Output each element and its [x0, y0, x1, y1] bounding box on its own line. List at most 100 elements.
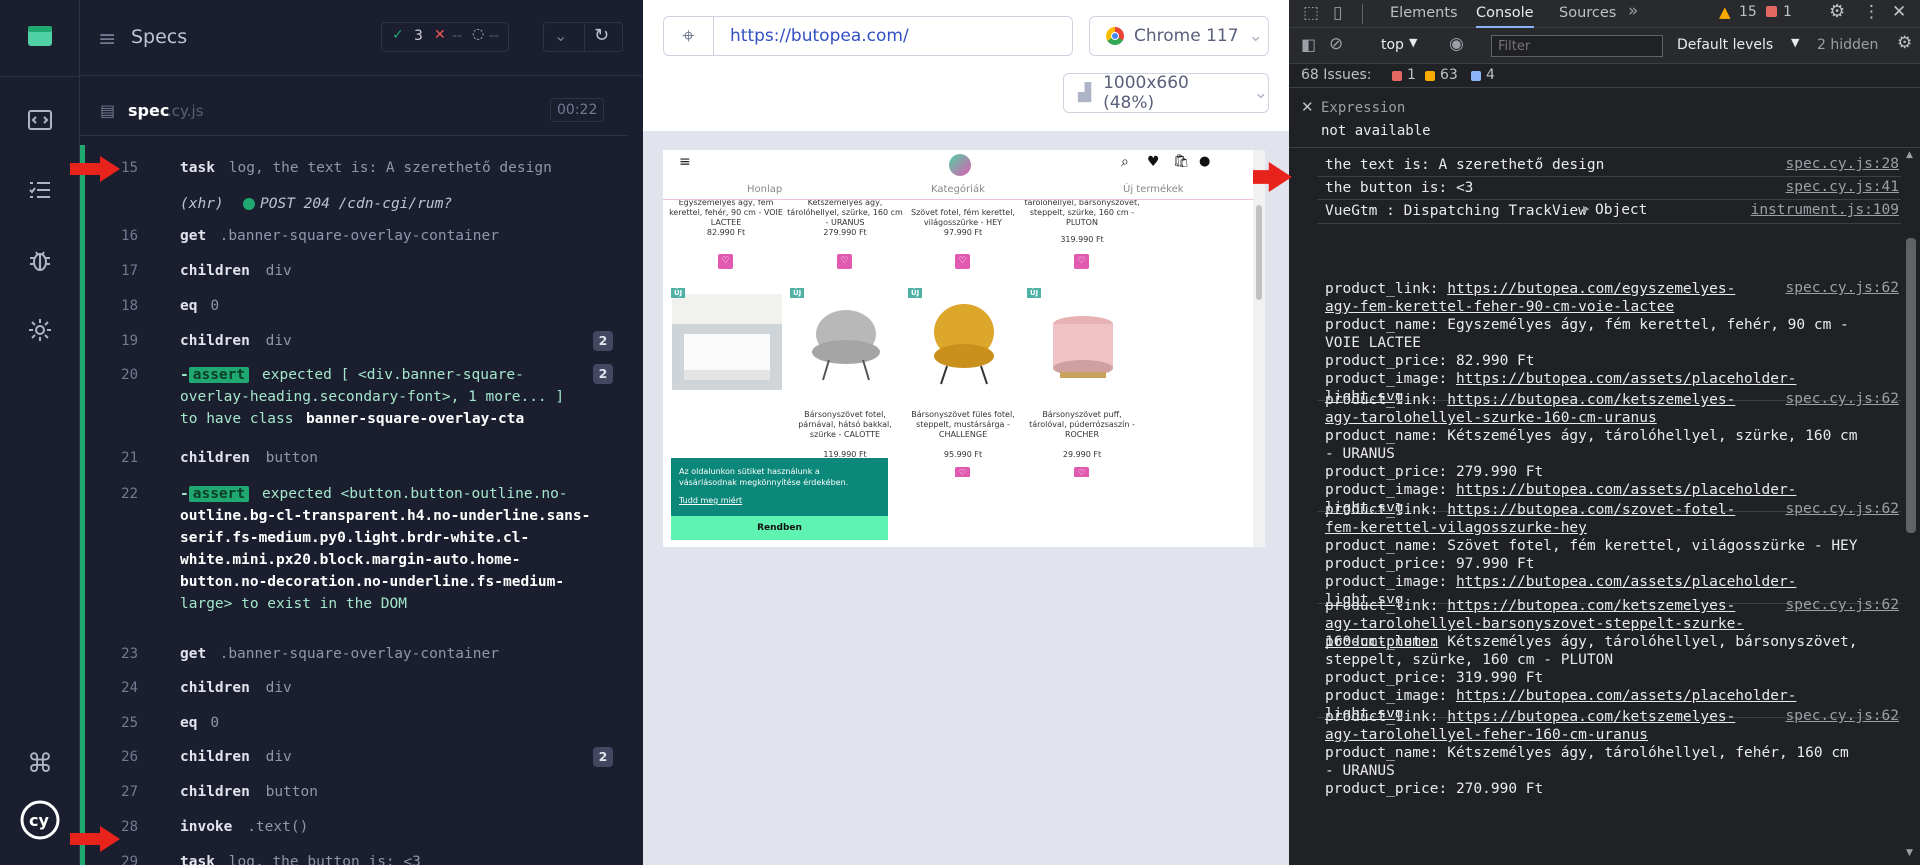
hamburger-menu-icon[interactable]: ≡: [679, 154, 691, 170]
log-source-link[interactable]: spec.cy.js:62: [1786, 391, 1900, 407]
chevron-down-icon: ⌄: [1253, 83, 1268, 103]
log-source-link[interactable]: spec.cy.js:62: [1786, 597, 1900, 613]
cypress-logo-icon[interactable]: [18, 14, 62, 58]
tab-elements[interactable]: Elements: [1390, 0, 1458, 28]
settings-gear-icon[interactable]: [18, 308, 62, 352]
viewport-select[interactable]: ▟ 1000x660 (48%) ⌄: [1063, 73, 1269, 113]
devtools-panel: ⬚ ▯ Elements Console Sources » ▲ 15 1 ⚙ …: [1289, 0, 1920, 865]
url-bar[interactable]: ⌖ https://butopea.com/: [663, 16, 1073, 56]
account-icon[interactable]: ●: [1199, 154, 1210, 169]
inspect-element-icon[interactable]: ⬚: [1303, 3, 1319, 23]
search-icon[interactable]: ⌕: [1121, 154, 1129, 170]
log-separator: [1317, 176, 1901, 177]
command-name: children: [180, 784, 250, 800]
cart-icon[interactable]: 🛍: [1173, 154, 1190, 169]
product-image[interactable]: [791, 294, 901, 390]
console-log-entry[interactable]: VueGtm : Dispatching TrackView ▶ Object in…: [1289, 202, 1901, 224]
runs-icon[interactable]: [18, 98, 62, 142]
product-price: 97.990 Ft: [943, 228, 983, 237]
keyboard-shortcuts-icon[interactable]: ⌘: [18, 742, 62, 786]
assert-message-line: overlay-heading.secondary-font>, 1 more.…: [180, 389, 565, 405]
browser-select[interactable]: Chrome 117 ⌄: [1089, 16, 1269, 56]
product-card[interactable]: Szövet fotel, fém kerettel, világosszürk…: [905, 198, 1021, 276]
command-name: children: [180, 680, 250, 696]
debug-bug-icon[interactable]: [18, 238, 62, 282]
wishlist-heart-icon[interactable]: ♥: [1147, 154, 1160, 170]
product-card[interactable]: Egyszemélyes ágy, fém kerettel, fehér, 9…: [668, 198, 784, 276]
product-log-entry[interactable]: product_link: https://butopea.com/ketsze…: [1289, 704, 1901, 814]
console-log-entry[interactable]: the button is: <3 spec.cy.js:41: [1289, 179, 1901, 201]
wishlist-heart-icon[interactable]: ♡: [955, 254, 970, 269]
error-icon: [1766, 6, 1777, 17]
log-levels-select[interactable]: Default levels: [1677, 37, 1773, 53]
nav-link-categories[interactable]: Kategóriák: [931, 184, 985, 195]
nav-link-new[interactable]: Új termékek: [1123, 184, 1184, 195]
sidebar-toggle-icon[interactable]: ◧: [1301, 35, 1316, 54]
wishlist-heart-icon[interactable]: ♡: [955, 467, 970, 477]
command-args: .text(): [247, 819, 309, 835]
error-count[interactable]: 1: [1783, 4, 1792, 20]
close-icon[interactable]: ✕: [1892, 2, 1906, 22]
settings-gear-icon[interactable]: ⚙: [1829, 1, 1845, 22]
expand-triangle-icon[interactable]: ▶: [1583, 202, 1590, 215]
spec-file-row[interactable]: ▤ spec .cy.js 00:22: [80, 88, 628, 136]
more-options-icon[interactable]: ⋮: [1863, 2, 1880, 22]
product-log-entry[interactable]: product_link: https://butopea.com/szovet…: [1289, 497, 1901, 608]
log-object[interactable]: Object: [1595, 202, 1647, 218]
clear-console-icon[interactable]: ⊘: [1329, 34, 1343, 54]
log-source-link[interactable]: spec.cy.js:62: [1786, 501, 1900, 517]
log-source-link[interactable]: spec.cy.js:62: [1786, 708, 1900, 724]
tab-sources[interactable]: Sources: [1559, 0, 1616, 28]
specs-list-icon[interactable]: [18, 168, 62, 212]
warning-count[interactable]: 15: [1739, 4, 1757, 20]
console-log-entry[interactable]: the text is: A szerethető design spec.cy.…: [1289, 156, 1901, 178]
issue-error-icon: [1392, 71, 1402, 81]
iframe-scrollbar[interactable]: [1253, 150, 1265, 547]
selector-playground-icon[interactable]: ⌖: [664, 17, 714, 55]
wishlist-heart-icon[interactable]: ♡: [1074, 467, 1089, 477]
wishlist-heart-icon[interactable]: ♡: [837, 254, 852, 269]
log-source-link[interactable]: instrument.js:109: [1751, 202, 1899, 218]
device-toolbar-icon[interactable]: ▯: [1333, 3, 1342, 23]
product-log-entry[interactable]: product_link: https://butopea.com/egysze…: [1289, 276, 1901, 405]
nav-link-home[interactable]: Honlap: [747, 184, 782, 195]
chevron-down-icon[interactable]: ⌄: [554, 26, 567, 45]
product-price: 279.990 Ft: [823, 228, 867, 237]
site-logo[interactable]: [949, 154, 971, 176]
cookie-learn-more-link[interactable]: Tudd meg miért: [679, 496, 742, 505]
url-text[interactable]: https://butopea.com/: [730, 26, 909, 46]
remove-expression-close-icon[interactable]: ✕: [1301, 98, 1314, 116]
tab-console[interactable]: Console: [1476, 0, 1534, 28]
log-source-link[interactable]: spec.cy.js:28: [1786, 156, 1900, 172]
log-source-link[interactable]: spec.cy.js:41: [1786, 179, 1900, 195]
assert-message-line: button.no-decoration.no-underline.fs-med…: [180, 574, 565, 590]
product-card[interactable]: Kétszemélyes ágy, tárolóhellyel, bársony…: [1024, 188, 1140, 276]
field-label: product_image:: [1325, 371, 1456, 387]
wishlist-heart-icon[interactable]: ♡: [1074, 254, 1089, 269]
issues-bar[interactable]: 68 Issues: 1 63 4: [1289, 64, 1920, 88]
product-image[interactable]: [909, 294, 1019, 390]
product-image[interactable]: [672, 294, 782, 390]
more-tabs-icon[interactable]: »: [1628, 1, 1638, 21]
viewport-size: 1000x660 (48%): [1103, 73, 1189, 113]
product-log-entry[interactable]: product_link: https://butopea.com/ketsze…: [1289, 387, 1901, 516]
command-list: 15 task log, the text is: A szerethető des…: [80, 145, 628, 865]
wishlist-heart-icon[interactable]: ♡: [718, 254, 733, 269]
rerun-icon[interactable]: ↻: [594, 25, 609, 46]
product-card[interactable]: ÚJ Bársonyszövet füles fotel, steppelt, m…: [905, 286, 1021, 546]
live-expression-eye-icon[interactable]: ◉: [1449, 34, 1464, 54]
app-iframe[interactable]: ≡ Honlap Kategóriák Új termékek ⌕ ♥ 🛍 ● …: [663, 150, 1265, 547]
console-scrollbar[interactable]: ▲ ▼: [1901, 148, 1920, 865]
console-settings-gear-icon[interactable]: ⚙: [1897, 33, 1912, 53]
product-log-entry[interactable]: product_link: https://butopea.com/ketsze…: [1289, 593, 1901, 722]
expression-label[interactable]: Expression: [1321, 100, 1405, 116]
product-card[interactable]: ÚJ Bársonyszövet puff, tárolóval, púderró…: [1024, 286, 1140, 546]
product-image[interactable]: [1028, 294, 1138, 390]
product-card[interactable]: Kétszemélyes ágy, tárolóhellyel, szürke,…: [787, 198, 903, 276]
context-select[interactable]: top: [1381, 37, 1404, 53]
filter-input[interactable]: [1491, 35, 1663, 57]
cookie-accept-button[interactable]: Rendben: [671, 516, 888, 540]
cypress-cy-logo[interactable]: cy: [18, 798, 62, 842]
specs-list-toggle-icon[interactable]: ≡: [98, 27, 116, 52]
log-source-link[interactable]: spec.cy.js:62: [1786, 280, 1900, 296]
